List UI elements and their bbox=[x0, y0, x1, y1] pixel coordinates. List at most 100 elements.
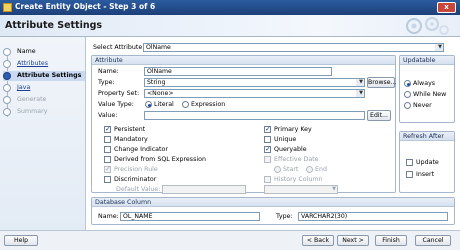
db-column-name-input[interactable]: OL_NAME bbox=[120, 212, 260, 221]
nav-item-attribute-settings[interactable]: Attribute Settings bbox=[3, 71, 85, 81]
app-icon bbox=[3, 3, 12, 12]
refresh-update-label: Update bbox=[416, 159, 439, 166]
chevron-down-icon: ▼ bbox=[359, 90, 363, 96]
derived-sql-label: Derived from SQL Expression bbox=[114, 156, 206, 163]
nav-item-label: Attributes bbox=[17, 60, 49, 67]
default-value-label: Default Value: bbox=[116, 186, 161, 193]
refresh-insert-label: Insert bbox=[416, 171, 435, 178]
refresh-insert-checkbox[interactable] bbox=[406, 171, 413, 178]
wizard-header: Attribute Settings bbox=[0, 15, 460, 37]
refresh-update-checkbox[interactable] bbox=[406, 159, 413, 166]
queryable-checkbox[interactable] bbox=[264, 145, 271, 153]
property-set-value: <None> bbox=[147, 90, 174, 97]
name-label: Name: bbox=[98, 68, 119, 75]
nav-item-label: Java bbox=[17, 84, 31, 91]
change-indicator-label: Change Indicator bbox=[114, 146, 168, 153]
nav-item-label: Name bbox=[17, 48, 36, 55]
literal-radio[interactable] bbox=[145, 101, 152, 108]
main-panel: Select Attribute OlName ▼ Attribute Name… bbox=[87, 37, 460, 230]
literal-label: Literal bbox=[154, 101, 174, 108]
step-name-icon bbox=[3, 48, 11, 56]
expression-radio[interactable] bbox=[182, 101, 189, 108]
effective-date-label: Effective Date bbox=[274, 156, 319, 163]
end-radio bbox=[306, 166, 313, 173]
discriminator-checkbox[interactable] bbox=[104, 176, 111, 183]
refresh-after-group-title: Refresh After bbox=[400, 132, 454, 141]
window-title: Create Entity Object - Step 3 of 6 bbox=[15, 2, 156, 11]
discriminator-label: Discriminator bbox=[114, 176, 157, 183]
precision-rule-label: Precision Rule bbox=[114, 166, 158, 173]
database-column-group-title: Database Column bbox=[92, 198, 454, 207]
db-type-label: Type: bbox=[276, 213, 293, 220]
persistent-checkbox[interactable] bbox=[104, 125, 111, 133]
refresh-after-group: Refresh After Update Insert bbox=[399, 131, 455, 193]
type-dropdown[interactable]: String ▼ bbox=[144, 78, 365, 87]
value-input[interactable] bbox=[144, 111, 365, 120]
nav-item-label: Attribute Settings bbox=[17, 72, 82, 79]
nav-item-label: Generate bbox=[17, 96, 47, 103]
nav-item-java[interactable]: Java bbox=[3, 83, 85, 93]
wizard-footer: Help < Back Next > Finish Cancel bbox=[0, 230, 460, 250]
start-label: Start bbox=[283, 166, 299, 173]
nav-item-generate: Generate bbox=[3, 95, 85, 105]
close-button[interactable]: x bbox=[437, 2, 456, 13]
step-summary-icon bbox=[3, 108, 11, 116]
precision-rule-checkbox bbox=[104, 165, 111, 173]
updatable-always-radio[interactable] bbox=[404, 80, 411, 87]
db-name-label: Name: bbox=[98, 213, 119, 220]
type-value: String bbox=[147, 79, 166, 86]
value-type-label: Value Type: bbox=[98, 101, 134, 108]
finish-button[interactable]: Finish bbox=[375, 235, 407, 246]
edit-button[interactable]: Edit... bbox=[367, 110, 391, 121]
value-label: Value: bbox=[98, 112, 118, 119]
select-attribute-value: OlName bbox=[146, 44, 171, 51]
step-current-icon bbox=[3, 72, 11, 80]
nav-item-summary: Summary bbox=[3, 107, 85, 117]
derived-sql-checkbox[interactable] bbox=[104, 156, 111, 163]
persistent-label: Persistent bbox=[114, 126, 146, 133]
window-title-bar: Create Entity Object - Step 3 of 6 x bbox=[0, 0, 460, 15]
updatable-while-new-label: While New bbox=[413, 91, 447, 98]
unique-label: Unique bbox=[274, 136, 297, 143]
updatable-always-label: Always bbox=[413, 80, 436, 87]
db-column-type-input[interactable]: VARCHAR2(30) bbox=[298, 212, 448, 221]
updatable-group-title: Updatable bbox=[400, 56, 454, 65]
history-column-dropdown: ▼ bbox=[264, 185, 338, 194]
primary-key-checkbox[interactable] bbox=[264, 125, 271, 133]
unique-checkbox[interactable] bbox=[264, 136, 271, 143]
type-label: Type: bbox=[98, 79, 115, 86]
updatable-while-new-radio[interactable] bbox=[404, 91, 411, 98]
cancel-button[interactable]: Cancel bbox=[415, 235, 451, 246]
expression-label: Expression bbox=[191, 101, 226, 108]
default-value-input bbox=[162, 185, 246, 194]
history-column-label: History Column bbox=[274, 176, 323, 183]
next-button[interactable]: Next > bbox=[337, 235, 369, 246]
page-title: Attribute Settings bbox=[5, 20, 103, 31]
mandatory-label: Mandatory bbox=[114, 136, 148, 143]
attribute-name-input[interactable]: OlName bbox=[144, 67, 332, 76]
select-attribute-dropdown[interactable]: OlName ▼ bbox=[143, 43, 444, 52]
change-indicator-checkbox[interactable] bbox=[104, 146, 111, 153]
attribute-group: Attribute Name: OlName Type: String ▼ Br… bbox=[91, 55, 396, 194]
updatable-never-radio[interactable] bbox=[404, 102, 411, 109]
mandatory-checkbox[interactable] bbox=[104, 136, 111, 143]
start-radio bbox=[274, 166, 281, 173]
back-button[interactable]: < Back bbox=[302, 235, 334, 246]
end-label: End bbox=[315, 166, 327, 173]
updatable-never-label: Never bbox=[413, 102, 432, 109]
help-button[interactable]: Help bbox=[4, 235, 38, 246]
step-attributes-icon bbox=[3, 60, 11, 68]
chevron-down-icon: ▼ bbox=[332, 186, 336, 192]
property-set-label: Property Set: bbox=[98, 90, 140, 97]
step-java-icon bbox=[3, 84, 11, 92]
browse-button[interactable]: Browse... bbox=[367, 77, 396, 88]
select-attribute-label: Select Attribute bbox=[93, 44, 143, 51]
nav-item-attributes[interactable]: Attributes bbox=[3, 59, 85, 69]
primary-key-label: Primary Key bbox=[274, 126, 312, 133]
property-set-dropdown[interactable]: <None> ▼ bbox=[144, 89, 365, 98]
attribute-group-title: Attribute bbox=[92, 56, 395, 65]
chevron-down-icon: ▼ bbox=[359, 79, 363, 85]
nav-item-name[interactable]: Name bbox=[3, 47, 85, 57]
step-generate-icon bbox=[3, 96, 11, 104]
effective-date-checkbox bbox=[264, 156, 271, 163]
